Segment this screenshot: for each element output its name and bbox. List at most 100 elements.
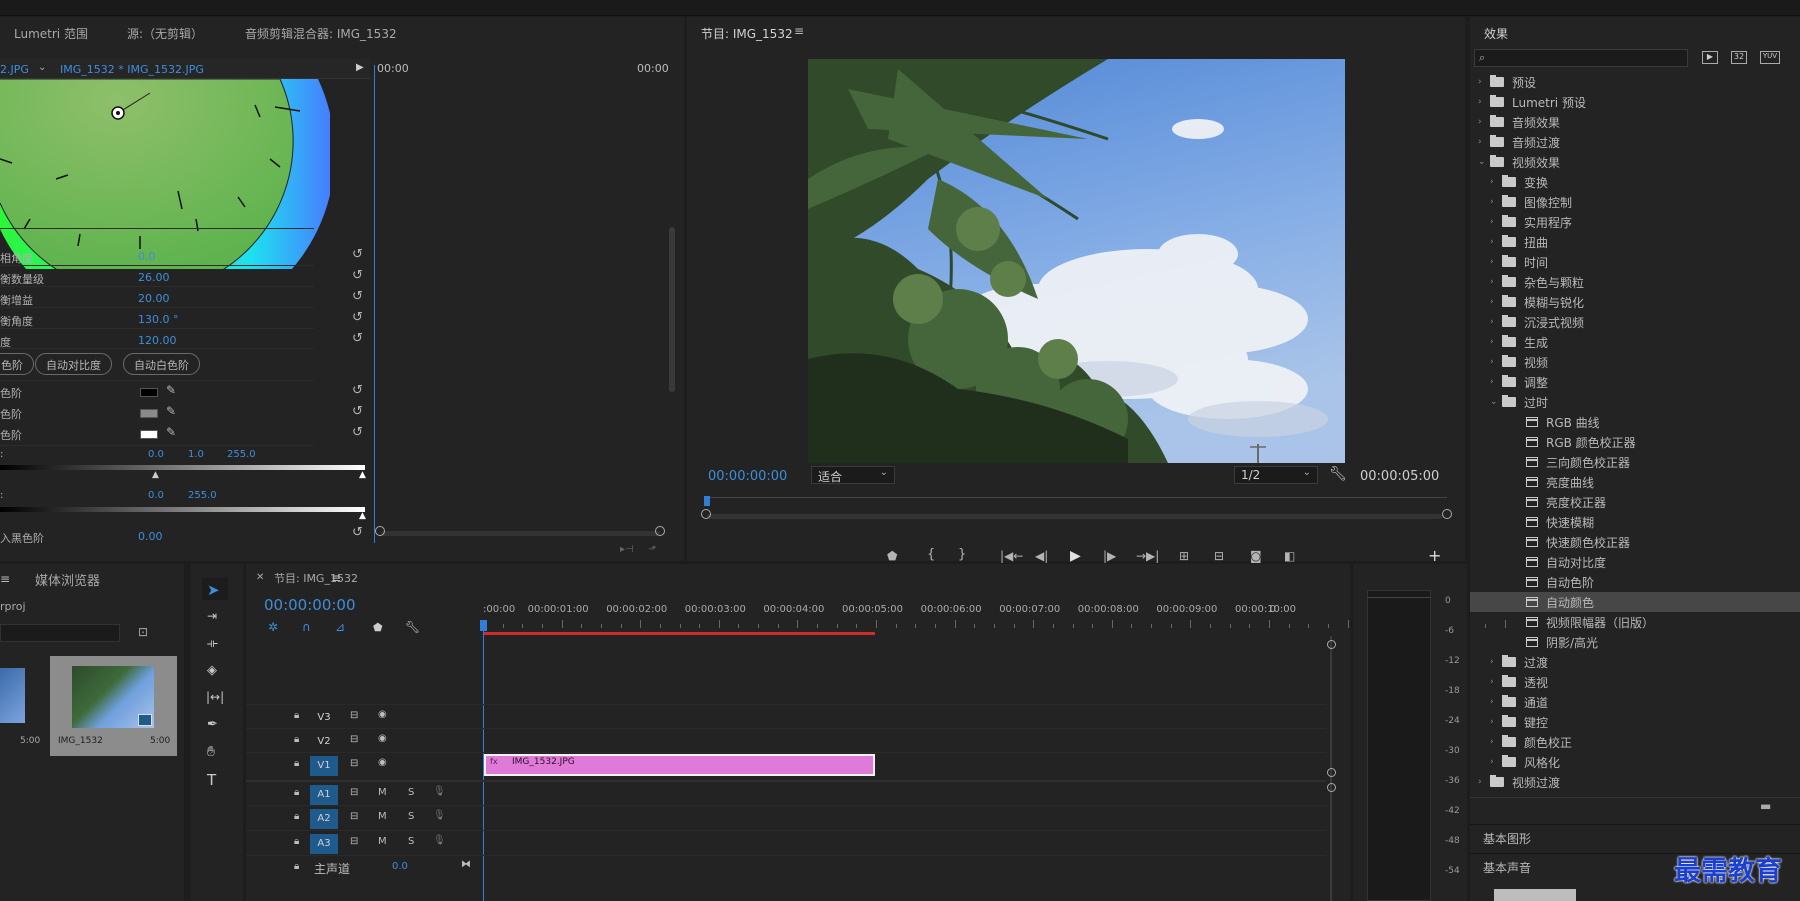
black-level-swatch[interactable]	[140, 388, 158, 397]
tab-lumetri-scopes[interactable]: Lumetri 范围	[14, 25, 88, 42]
project-item-selected[interactable]: IMG_1532 5:00	[50, 656, 177, 756]
effects-tree-item[interactable]: 亮度曲线	[1470, 472, 1800, 492]
chevron-right-icon[interactable]: ›	[1490, 357, 1502, 367]
chevron-right-icon[interactable]: ›	[1490, 237, 1502, 247]
effects-tree-item[interactable]: › 模糊与锐化	[1470, 292, 1800, 312]
timeline-playhead-head[interactable]	[480, 620, 487, 631]
effects-tree-item[interactable]: 自动色阶	[1470, 572, 1800, 592]
mute-button[interactable]: M	[378, 811, 387, 822]
reset-icon[interactable]: ↺	[352, 268, 363, 283]
track-label[interactable]: A2	[310, 809, 338, 829]
param-value[interactable]: 26.00	[138, 271, 170, 284]
mark-out-icon[interactable]: }	[958, 547, 966, 562]
panel-menu-icon[interactable]: ≡	[0, 572, 10, 586]
effects-tree-item[interactable]: › 音频过渡	[1470, 132, 1800, 152]
effects-tree-item[interactable]: ⌄ 视频效果	[1470, 152, 1800, 172]
param-value[interactable]: 20.00	[138, 292, 170, 305]
go-to-in-icon[interactable]: |◀←	[1000, 549, 1023, 563]
effects-tree-item[interactable]: › 扭曲	[1470, 232, 1800, 252]
current-timecode[interactable]: 00:00:00:00	[708, 469, 787, 484]
camera-icon[interactable]: ◙	[1250, 549, 1262, 563]
chevron-right-icon[interactable]: ›	[1490, 177, 1502, 187]
hand-tool-icon[interactable]: ✋︎	[207, 744, 215, 760]
reset-icon[interactable]: ↺	[352, 289, 363, 304]
solo-button[interactable]: S	[408, 811, 414, 822]
mic-icon[interactable]: 🎙︎	[433, 810, 446, 821]
sync-lock-icon[interactable]: ⊟	[350, 787, 358, 798]
wrench-icon[interactable]: 🔧︎	[405, 620, 420, 634]
program-zoom-bar[interactable]	[707, 514, 1442, 519]
mic-icon[interactable]: 🎙︎	[433, 835, 446, 846]
scrub-end-handle[interactable]	[655, 526, 665, 536]
zoom-start-handle[interactable]	[701, 509, 711, 519]
reset-icon[interactable]: ↺	[352, 331, 363, 346]
go-to-out-icon[interactable]: →▶|	[1136, 549, 1159, 563]
reset-icon[interactable]: ↺	[352, 404, 363, 419]
type-tool-icon[interactable]: T	[207, 771, 216, 789]
chevron-right-icon[interactable]: ›	[1490, 257, 1502, 267]
effects-tree-item[interactable]: 亮度校正器	[1470, 492, 1800, 512]
insert-overwrite-icon[interactable]: ⊿	[335, 620, 345, 634]
effects-tree-item[interactable]: › 风格化	[1470, 752, 1800, 772]
timeline-clip[interactable]: fx IMG_1532.JPG	[484, 754, 875, 776]
eyedropper-icon[interactable]: ✎	[166, 383, 176, 397]
essential-graphics-section[interactable]: 基本图形	[1470, 824, 1800, 848]
export-icon[interactable]: ▸⊣	[620, 544, 634, 555]
zoom-end-handle[interactable]	[1442, 509, 1452, 519]
eye-icon[interactable]: ◉	[378, 733, 387, 744]
auto-levels-button[interactable]: 色阶	[0, 353, 34, 375]
tab-media-browser[interactable]: 媒体浏览器	[35, 570, 100, 589]
export-frame-icon[interactable]: ⬏	[648, 544, 656, 555]
reset-icon[interactable]: ↺	[352, 383, 363, 398]
program-monitor-title[interactable]: 节目: IMG_1532	[701, 25, 793, 42]
lock-icon[interactable]: 🔒︎	[294, 787, 299, 798]
mark-in-icon[interactable]: {	[927, 547, 935, 562]
chevron-right-icon[interactable]: ›	[1490, 717, 1502, 727]
fit-dropdown[interactable]: 适合 ⌄	[811, 466, 895, 484]
reset-icon[interactable]: ↺	[352, 310, 363, 325]
mute-button[interactable]: M	[378, 836, 387, 847]
chevron-right-icon[interactable]: ›	[1490, 377, 1502, 387]
mini-scrub-bar[interactable]	[381, 531, 660, 536]
32bit-effects-icon[interactable]: 32	[1731, 51, 1747, 64]
chevron-right-icon[interactable]: ›	[1478, 117, 1490, 127]
effects-tree-item[interactable]: › Lumetri 预设	[1470, 92, 1800, 112]
lock-icon[interactable]: 🔒︎	[294, 861, 299, 872]
extract-icon[interactable]: ⊟	[1214, 549, 1224, 563]
param-value[interactable]: 130.0 °	[138, 313, 179, 326]
track-label[interactable]: V2	[310, 732, 338, 752]
lock-icon[interactable]: 🔒︎	[294, 836, 299, 847]
effects-tree-item[interactable]: › 生成	[1470, 332, 1800, 352]
master-value[interactable]: 0.0	[392, 861, 408, 872]
input-high-handle[interactable]: ▲	[359, 470, 366, 480]
sync-lock-icon[interactable]: ⊟	[350, 710, 358, 721]
solo-button[interactable]: S	[408, 836, 414, 847]
lock-icon[interactable]: 🔒︎	[294, 758, 299, 769]
sync-lock-icon[interactable]: ⊟	[350, 758, 358, 769]
master-keyframe-icon[interactable]: ⧓	[461, 859, 471, 870]
effects-tree-item[interactable]: RGB 曲线	[1470, 412, 1800, 432]
input-level-high[interactable]: 255.0	[227, 449, 256, 460]
chevron-right-icon[interactable]: ›	[1490, 657, 1502, 667]
sync-lock-icon[interactable]: ⊟	[350, 836, 358, 847]
output-levels-slider[interactable]	[0, 507, 365, 512]
add-marker-icon[interactable]: ⬟	[887, 549, 897, 563]
step-back-icon[interactable]: ◀|	[1035, 549, 1048, 563]
tab-audio-clip-mixer[interactable]: 音频剪辑混合器: IMG_1532	[245, 25, 397, 42]
effects-tree-item[interactable]: › 杂色与颗粒	[1470, 272, 1800, 292]
effects-tree-item[interactable]: › 音频效果	[1470, 112, 1800, 132]
add-marker-icon[interactable]: ⬟	[373, 621, 383, 634]
track-label[interactable]: V3	[310, 708, 338, 728]
effects-tree-item[interactable]: › 视频	[1470, 352, 1800, 372]
close-icon[interactable]: ✕	[256, 572, 264, 583]
effects-tree-item[interactable]: ⌄ 过时	[1470, 392, 1800, 412]
chevron-right-icon[interactable]: ›	[1490, 677, 1502, 687]
solo-button[interactable]: S	[408, 787, 414, 798]
effects-tree-item[interactable]: › 实用程序	[1470, 212, 1800, 232]
effects-tree-item[interactable]: RGB 颜色校正器	[1470, 432, 1800, 452]
sync-lock-icon[interactable]: ⊟	[350, 811, 358, 822]
scroll-handle-mid[interactable]	[1327, 783, 1336, 792]
chevron-right-icon[interactable]: ›	[1490, 697, 1502, 707]
lift-icon[interactable]: ⊞	[1179, 549, 1189, 563]
timeline-ruler[interactable]: :00:00 00:00:01:00 00:00:02:00 00:00:03:00 0…	[483, 604, 1506, 632]
